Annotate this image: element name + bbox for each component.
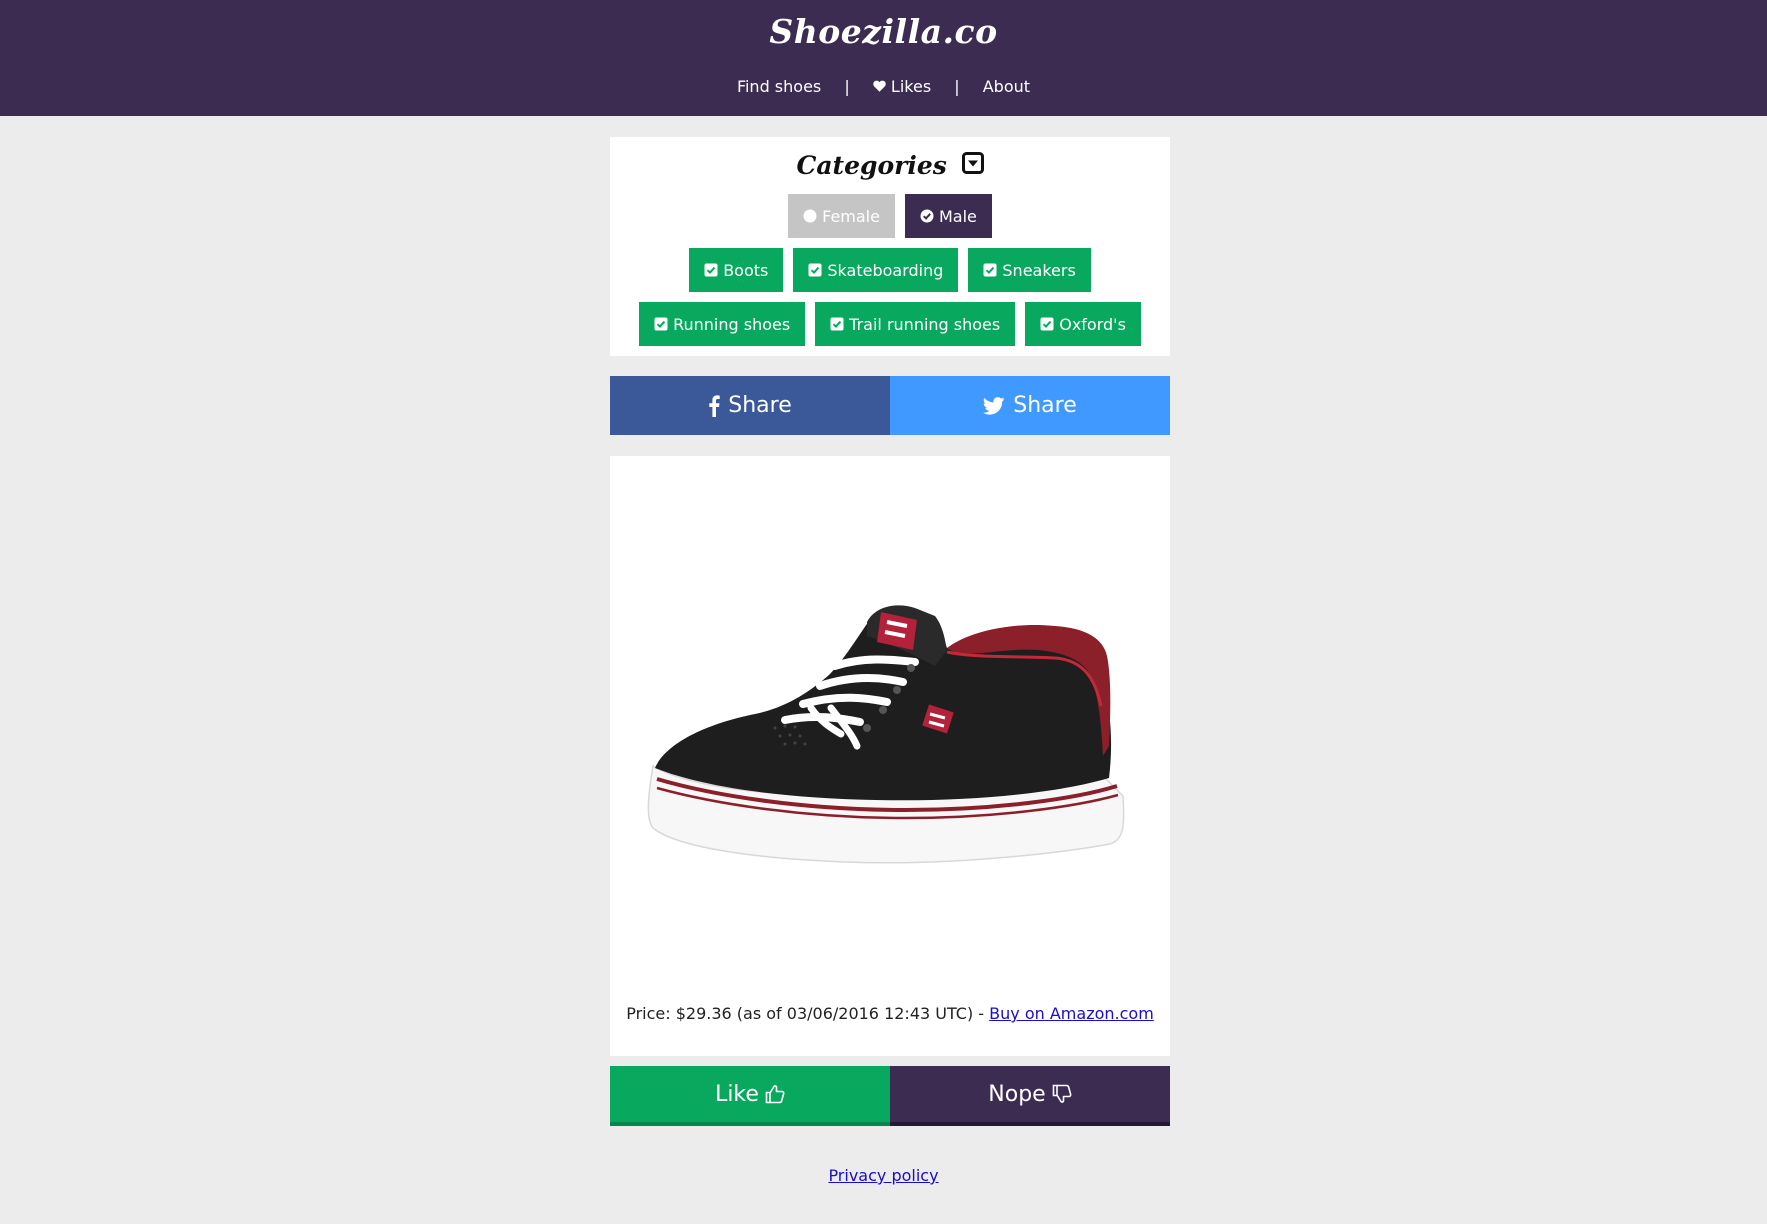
caret-down-square-icon[interactable] [961, 148, 984, 184]
check-square-icon [704, 263, 718, 277]
product-card: Price: $29.36 (as of 03/06/2016 12:43 UT… [610, 456, 1170, 1056]
nav-about[interactable]: About [983, 73, 1030, 101]
shoe-type-filter-row-2: Running shoes Trail running shoes Oxford… [610, 302, 1170, 346]
check-square-icon [654, 317, 668, 331]
twitter-share-button[interactable]: Share [890, 376, 1170, 435]
chip-label: Oxford's [1059, 314, 1126, 334]
thumbs-up-icon [765, 1084, 785, 1104]
buy-on-amazon-link[interactable]: Buy on Amazon.com [989, 1004, 1154, 1023]
site-header: Shoezilla.co Find shoes | Likes | About [0, 0, 1767, 116]
chip-male[interactable]: Male [904, 194, 992, 238]
chip-female[interactable]: Female [788, 194, 895, 238]
categories-panel: Categories Female Male Boots Skateboardi… [610, 137, 1170, 356]
twitter-share-label: Share [1013, 393, 1077, 418]
check-circle-icon [920, 209, 934, 223]
price-info: Price: $29.36 (as of 03/06/2016 12:43 UT… [610, 1003, 1170, 1025]
site-logo[interactable]: Shoezilla.co [0, 8, 1767, 56]
product-image [635, 596, 1145, 896]
chip-label: Male [938, 206, 977, 226]
nope-label: Nope [988, 1081, 1046, 1107]
chip-label: Running shoes [673, 314, 791, 334]
chip-label: Sneakers [1002, 260, 1076, 280]
chip-sneakers[interactable]: Sneakers [968, 248, 1091, 292]
chip-trail-running-shoes[interactable]: Trail running shoes [815, 302, 1016, 346]
nav-find-shoes[interactable]: Find shoes [737, 73, 821, 101]
chip-label: Boots [723, 260, 769, 280]
facebook-share-button[interactable]: Share [610, 376, 890, 435]
categories-header[interactable]: Categories [610, 148, 1170, 184]
facebook-icon [708, 394, 720, 417]
check-square-icon [830, 317, 844, 331]
twitter-icon [983, 396, 1005, 415]
privacy-policy-link[interactable]: Privacy policy [828, 1166, 938, 1185]
chip-label: Female [822, 206, 880, 226]
shoe-type-filter-row-1: Boots Skateboarding Sneakers [610, 248, 1170, 292]
check-square-icon [808, 263, 822, 277]
nav-likes[interactable]: Likes [873, 72, 931, 101]
chip-oxfords[interactable]: Oxford's [1025, 302, 1141, 346]
share-bar: Share Share [610, 376, 1170, 435]
price-text: Price: $29.36 (as of 03/06/2016 12:43 UT… [626, 1004, 985, 1023]
like-label: Like [715, 1081, 759, 1107]
vote-bar: Like Nope [610, 1066, 1170, 1126]
chip-label: Trail running shoes [849, 314, 1001, 334]
nav-separator: | [954, 76, 960, 96]
main-nav: Find shoes | Likes | About [0, 72, 1767, 101]
chip-skateboarding[interactable]: Skateboarding [793, 248, 959, 292]
heart-icon [873, 80, 886, 92]
thumbs-down-icon [1052, 1084, 1072, 1104]
like-button[interactable]: Like [610, 1066, 890, 1126]
check-square-icon [1040, 317, 1054, 331]
chip-boots[interactable]: Boots [689, 248, 784, 292]
chip-label: Skateboarding [827, 260, 944, 280]
gender-filter: Female Male [610, 194, 1170, 238]
chip-running-shoes[interactable]: Running shoes [639, 302, 806, 346]
check-square-icon [983, 263, 997, 277]
nope-button[interactable]: Nope [890, 1066, 1170, 1126]
footer: Privacy policy [0, 1166, 1767, 1185]
facebook-share-label: Share [728, 393, 792, 418]
categories-title: Categories [796, 151, 947, 180]
nav-likes-label: Likes [890, 76, 932, 96]
nav-separator: | [844, 76, 850, 96]
circle-icon [803, 209, 817, 223]
